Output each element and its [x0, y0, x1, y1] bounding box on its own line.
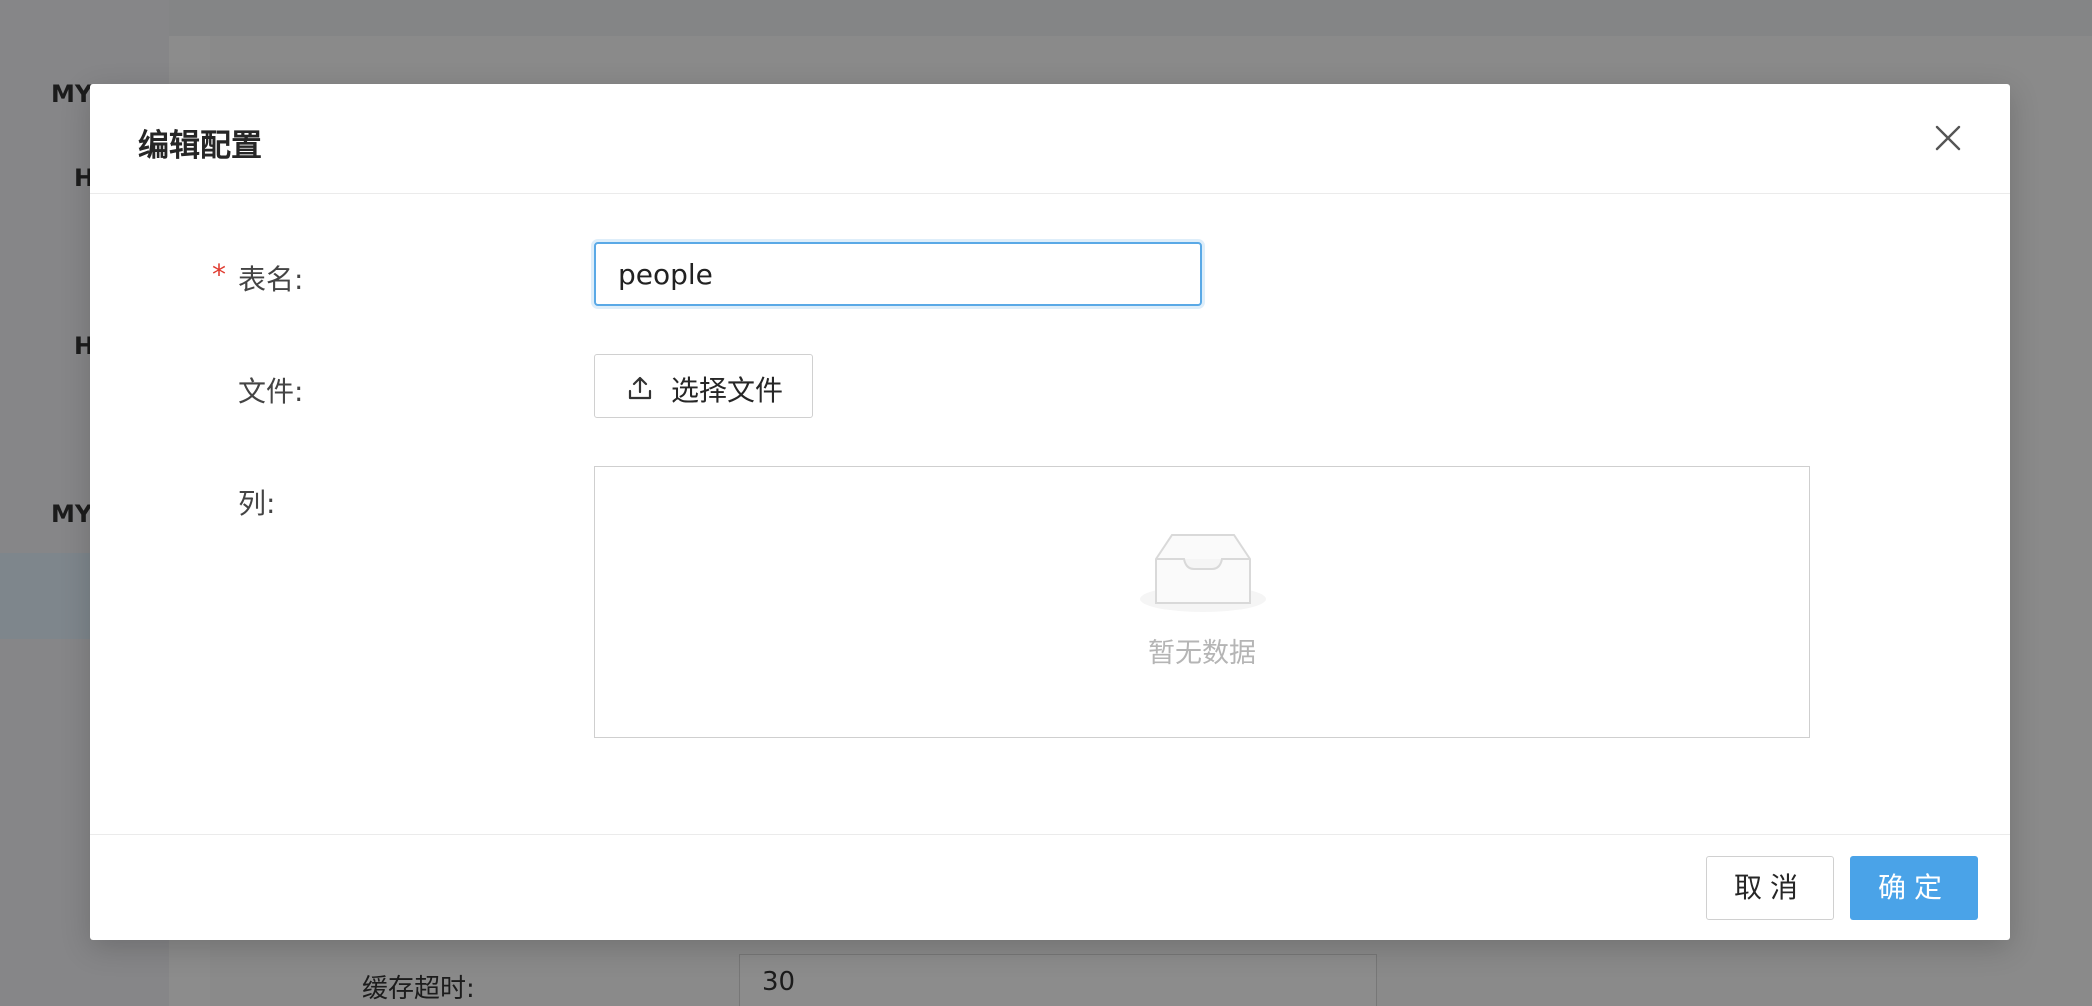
select-file-label: 选择文件	[671, 374, 784, 407]
modal-body: * 表名: 文件: 选择文件 列: 暂无数据	[90, 194, 2010, 834]
modal-title: 编辑配置	[138, 128, 262, 164]
upload-icon	[627, 375, 653, 401]
close-button[interactable]	[1930, 120, 1966, 156]
file-label: 文件:	[238, 375, 304, 408]
select-file-button[interactable]: 选择文件	[594, 354, 813, 418]
columns-label: 列:	[238, 487, 276, 520]
required-mark: *	[212, 258, 226, 291]
close-icon	[1930, 120, 1966, 156]
empty-text: 暂无数据	[1148, 638, 1256, 669]
empty-inbox-icon	[1138, 531, 1268, 613]
columns-table: 暂无数据	[594, 466, 1810, 738]
table-name-label: 表名:	[238, 263, 304, 296]
ok-button[interactable]: 确定	[1850, 856, 1978, 920]
modal-header: 编辑配置	[90, 84, 2010, 194]
cancel-button[interactable]: 取消	[1706, 856, 1834, 920]
table-name-input[interactable]	[594, 242, 1202, 306]
edit-config-modal: 编辑配置 * 表名: 文件: 选择文件 列:	[90, 84, 2010, 940]
modal-footer: 取消 确定	[90, 834, 2010, 940]
